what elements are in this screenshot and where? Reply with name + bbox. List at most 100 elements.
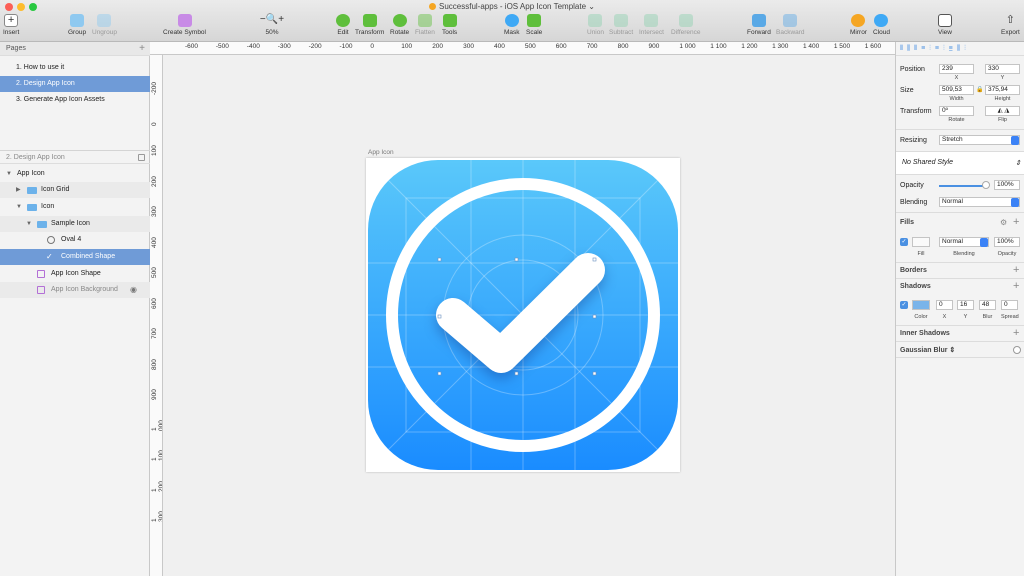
layer-icon[interactable]: ▼ Icon xyxy=(0,199,150,215)
subtract-button[interactable]: Subtract xyxy=(609,14,633,36)
ungroup-button[interactable]: Ungroup xyxy=(92,14,117,36)
ruler-tick-label: 0 xyxy=(151,121,158,126)
ruler-tick-label: 1 000 xyxy=(151,419,163,431)
page-item-generate-assets[interactable]: 3. Generate App Icon Assets xyxy=(0,92,150,108)
gaussian-blur-checkbox[interactable] xyxy=(1013,346,1021,354)
layer-combined-shape[interactable]: ✓ Combined Shape xyxy=(0,249,150,265)
shape-icon xyxy=(37,286,45,294)
divider xyxy=(896,174,1024,175)
opacity-slider-knob[interactable] xyxy=(982,181,990,189)
gear-icon[interactable]: ⚙ xyxy=(1000,218,1007,228)
chevron-updown-icon xyxy=(1011,136,1019,145)
view-button[interactable]: View xyxy=(938,14,952,36)
group-button[interactable]: Group xyxy=(68,14,86,36)
eye-icon[interactable]: ◉ xyxy=(130,282,137,298)
disclosure-closed-icon[interactable]: ▶ xyxy=(16,182,21,198)
ruler-tick-label: 600 xyxy=(555,43,567,50)
union-button[interactable]: Union xyxy=(587,14,604,36)
gaussian-blur-header[interactable]: Gaussian Blur ⇕ xyxy=(900,346,955,354)
artboard-label[interactable]: App Icon xyxy=(368,149,394,156)
symbol-icon xyxy=(177,14,192,27)
blending-sublabel: Blending xyxy=(953,251,975,257)
shadow-blur-field[interactable]: 48 xyxy=(979,300,996,310)
add-page-icon[interactable]: + xyxy=(139,42,145,56)
export-button[interactable]: ⇧ Export xyxy=(1001,14,1020,36)
shadow-y-field[interactable]: 16 xyxy=(957,300,974,310)
difference-button[interactable]: Difference xyxy=(671,14,701,36)
insert-button[interactable]: + Insert xyxy=(3,14,19,36)
export-icon: ⇧ xyxy=(1005,14,1015,26)
flatten-button[interactable]: Flatten xyxy=(415,14,435,36)
create-symbol-button[interactable]: Create Symbol xyxy=(163,14,206,36)
add-shadow-icon[interactable]: + xyxy=(1013,281,1019,292)
opacity-slider[interactable] xyxy=(939,185,984,187)
layer-oval-4[interactable]: Oval 4 xyxy=(0,232,150,248)
fill-opacity-field[interactable]: 100% xyxy=(994,237,1020,247)
rotate-field[interactable]: 0º xyxy=(939,106,974,116)
chevron-updown-icon xyxy=(980,238,988,247)
layer-app-icon-background[interactable]: App Icon Background ◉ xyxy=(0,282,150,298)
resizing-select[interactable]: Stretch xyxy=(939,135,1020,145)
collapse-icon[interactable] xyxy=(138,154,145,161)
zoom-control[interactable]: −🔍+ 50% xyxy=(257,14,287,36)
ruler-tick-label: 400 xyxy=(494,43,505,50)
horizontal-ruler[interactable]: -600 -500 -400 -300 -200 -100 0 100 200 300 400 500… xyxy=(150,42,895,55)
backward-button[interactable]: Backward xyxy=(776,14,805,36)
artboard[interactable] xyxy=(366,158,680,472)
size-label: Size xyxy=(900,87,914,94)
fill-color-swatch[interactable] xyxy=(912,237,930,247)
flip-buttons[interactable]: ◭ ◮ xyxy=(985,106,1020,116)
height-field[interactable]: 375,94 xyxy=(985,85,1020,95)
page-item-design-app-icon[interactable]: 2. Design App Icon xyxy=(0,76,150,92)
fill-sublabel: Fill xyxy=(917,251,925,257)
layer-app-icon-shape[interactable]: App Icon Shape xyxy=(0,266,150,282)
add-fill-icon[interactable]: + xyxy=(1013,217,1019,228)
position-y-field[interactable]: 330 xyxy=(985,64,1020,74)
forward-button[interactable]: Forward xyxy=(747,14,771,36)
lock-icon[interactable]: 🔒 xyxy=(976,86,983,93)
shadow-color-swatch[interactable] xyxy=(912,300,930,310)
shadow-enabled-checkbox[interactable]: ✓ xyxy=(900,301,908,309)
mirror-button[interactable]: Mirror xyxy=(850,14,867,36)
rotate-button[interactable]: Rotate xyxy=(390,14,409,36)
shadow-x-field[interactable]: 0 xyxy=(936,300,953,310)
position-x-field[interactable]: 239 xyxy=(939,64,974,74)
width-field[interactable]: 509,53 xyxy=(939,85,974,95)
ruler-tick-label: -200 xyxy=(308,43,322,50)
intersect-button[interactable]: Intersect xyxy=(639,14,664,36)
ruler-tick-label: 1 200 xyxy=(741,43,758,50)
disclosure-open-icon[interactable]: ▼ xyxy=(16,199,22,215)
blending-select[interactable]: Normal xyxy=(939,197,1020,207)
ruler-tick-label: 1 200 xyxy=(151,480,163,492)
edit-button[interactable]: Edit xyxy=(336,14,350,36)
x-sublabel: X xyxy=(942,314,947,320)
transform-label: Transform xyxy=(900,108,932,115)
y-sublabel: Y xyxy=(963,314,968,320)
layers-panel: Pages + 1. How to use it 2. Design App Ic… xyxy=(0,42,150,576)
ruler-tick-label: 800 xyxy=(151,358,158,370)
shared-style-select[interactable]: No Shared Style ⇕ xyxy=(896,152,1024,174)
transform-button[interactable]: Transform xyxy=(355,14,384,36)
flatten-icon xyxy=(417,14,432,27)
folder-icon xyxy=(27,187,37,194)
app-icon-graphic[interactable] xyxy=(366,158,680,472)
add-border-icon[interactable]: + xyxy=(1013,265,1019,276)
tools-button[interactable]: Tools xyxy=(442,14,457,36)
disclosure-open-icon[interactable]: ▼ xyxy=(26,216,32,232)
page-item-how-to-use[interactable]: 1. How to use it xyxy=(0,60,150,76)
alignment-bar[interactable]: ⫴⫼⫴≡⫶≡⫶≣⫼⫶ xyxy=(896,42,1024,56)
fill-enabled-checkbox[interactable]: ✓ xyxy=(900,238,908,246)
blur-sublabel: Blur xyxy=(982,314,993,320)
layer-icon-grid[interactable]: ▶ Icon Grid xyxy=(0,182,150,198)
shadow-spread-field[interactable]: 0 xyxy=(1001,300,1018,310)
layer-app-icon[interactable]: ▼ App Icon xyxy=(0,166,150,182)
inspector-panel: ⫴⫼⫴≡⫶≡⫶≣⫼⫶ Position 239 330 X Y Size 509… xyxy=(895,42,1024,576)
add-inner-shadow-icon[interactable]: + xyxy=(1013,328,1019,339)
cloud-button[interactable]: Cloud xyxy=(873,14,890,36)
layer-sample-icon[interactable]: ▼ Sample Icon xyxy=(0,216,150,232)
disclosure-open-icon[interactable]: ▼ xyxy=(6,166,12,182)
mask-button[interactable]: Mask xyxy=(504,14,520,36)
opacity-field[interactable]: 100% xyxy=(994,180,1020,190)
scale-button[interactable]: Scale xyxy=(526,14,542,36)
vertical-ruler[interactable]: -200 0 100 200 300 400 500 600 700 800 900 1 000 1 1… xyxy=(150,55,163,576)
